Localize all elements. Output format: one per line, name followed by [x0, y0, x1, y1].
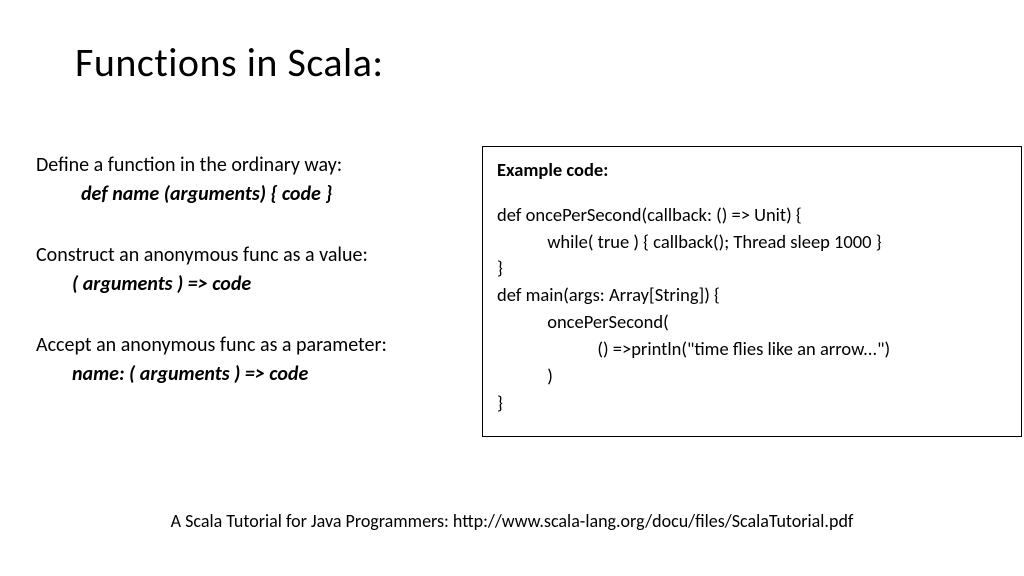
define-syntax: def name (arguments) { code } — [36, 181, 476, 208]
code-line: } — [497, 255, 1007, 282]
footer-citation: A Scala Tutorial for Java Programmers: h… — [0, 510, 1024, 532]
anon-param-syntax: name: ( arguments ) => code — [36, 361, 476, 388]
code-line: () =>println("time flies like an arrow..… — [497, 336, 1007, 363]
define-desc: Define a function in the ordinary way: — [36, 152, 476, 179]
definitions-column: Define a function in the ordinary way: d… — [36, 152, 476, 422]
code-line: ) — [497, 363, 1007, 390]
anon-param-desc: Accept an anonymous func as a parameter: — [36, 332, 476, 359]
code-line: def main(args: Array[String]) { — [497, 282, 1007, 309]
example-heading: Example code: — [497, 157, 1007, 184]
code-line: oncePerSecond( — [497, 309, 1007, 336]
anon-value-desc: Construct an anonymous func as a value: — [36, 242, 476, 269]
slide-title: Functions in Scala: — [75, 38, 384, 87]
example-code-box: Example code: def oncePerSecond(callback… — [482, 146, 1022, 437]
code-line: def oncePerSecond(callback: () => Unit) … — [497, 202, 1007, 229]
code-line: while( true ) { callback(); Thread sleep… — [497, 229, 1007, 256]
code-line: } — [497, 390, 1007, 417]
anon-value-syntax: ( arguments ) => code — [36, 271, 476, 298]
